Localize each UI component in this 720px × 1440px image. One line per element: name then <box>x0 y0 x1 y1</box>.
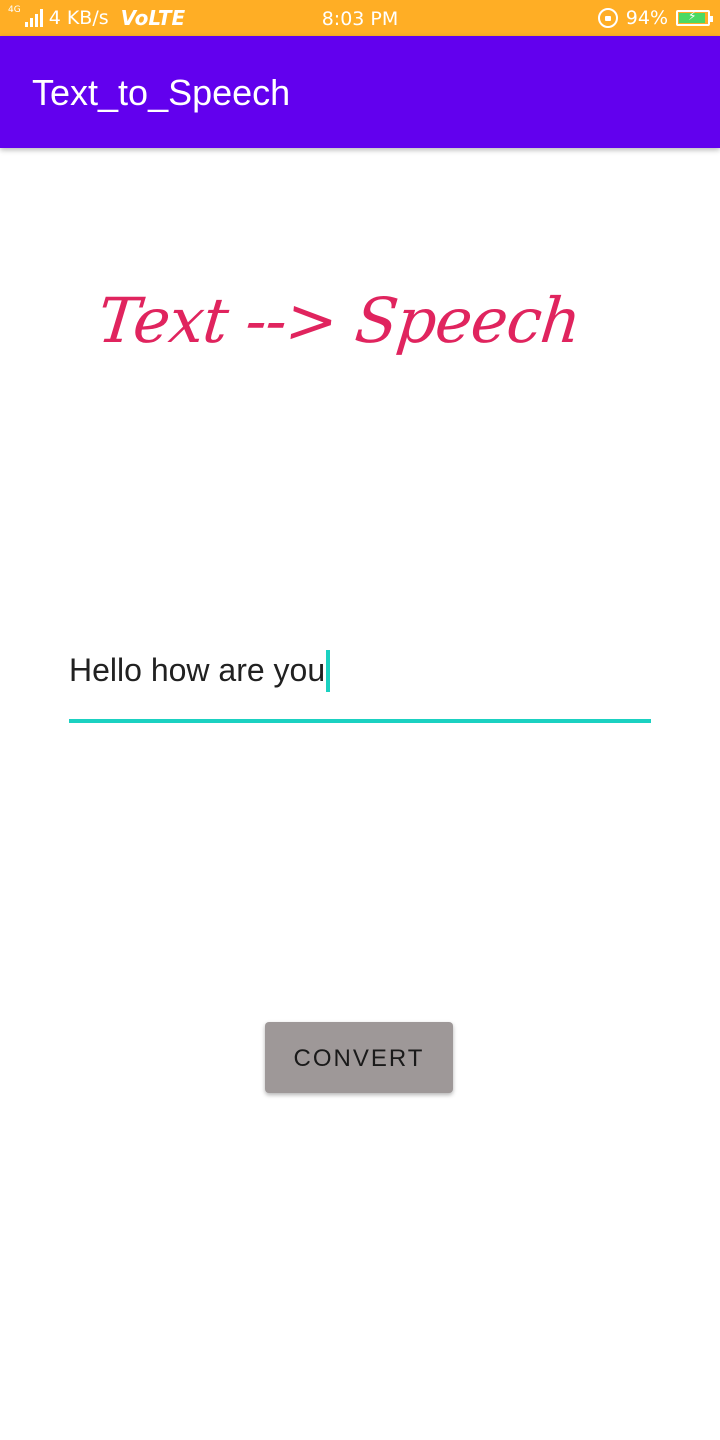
battery-charging-icon <box>676 9 713 26</box>
rotation-lock-icon <box>597 8 618 28</box>
app-title: Text_to_Speech <box>32 72 291 113</box>
text-cursor <box>326 649 331 692</box>
page-heading: Text --> Speech <box>94 284 584 357</box>
status-bar: 4G 4 KB/s VoLTE 8:03 PM 94% <box>0 0 720 36</box>
text-input-value[interactable]: Hello how are you <box>69 652 325 688</box>
app-bar: Text_to_Speech <box>0 36 720 148</box>
signal-icon <box>24 9 43 27</box>
volte-label: VoLTE <box>120 6 186 30</box>
battery-level-fill <box>679 9 706 23</box>
battery-percent: 94% <box>625 7 668 29</box>
status-bar-left: 4G 4 KB/s VoLTE <box>8 0 185 36</box>
network-speed: 4 KB/s <box>48 7 109 29</box>
convert-button[interactable]: CONVERT <box>265 1022 453 1093</box>
status-bar-right: 94% <box>597 0 713 36</box>
text-input-underline <box>69 719 651 723</box>
network-type-label: 4G <box>8 4 21 15</box>
text-input-field[interactable]: Hello how are you <box>69 640 651 724</box>
text-input-container[interactable]: Hello how are you <box>69 648 331 694</box>
